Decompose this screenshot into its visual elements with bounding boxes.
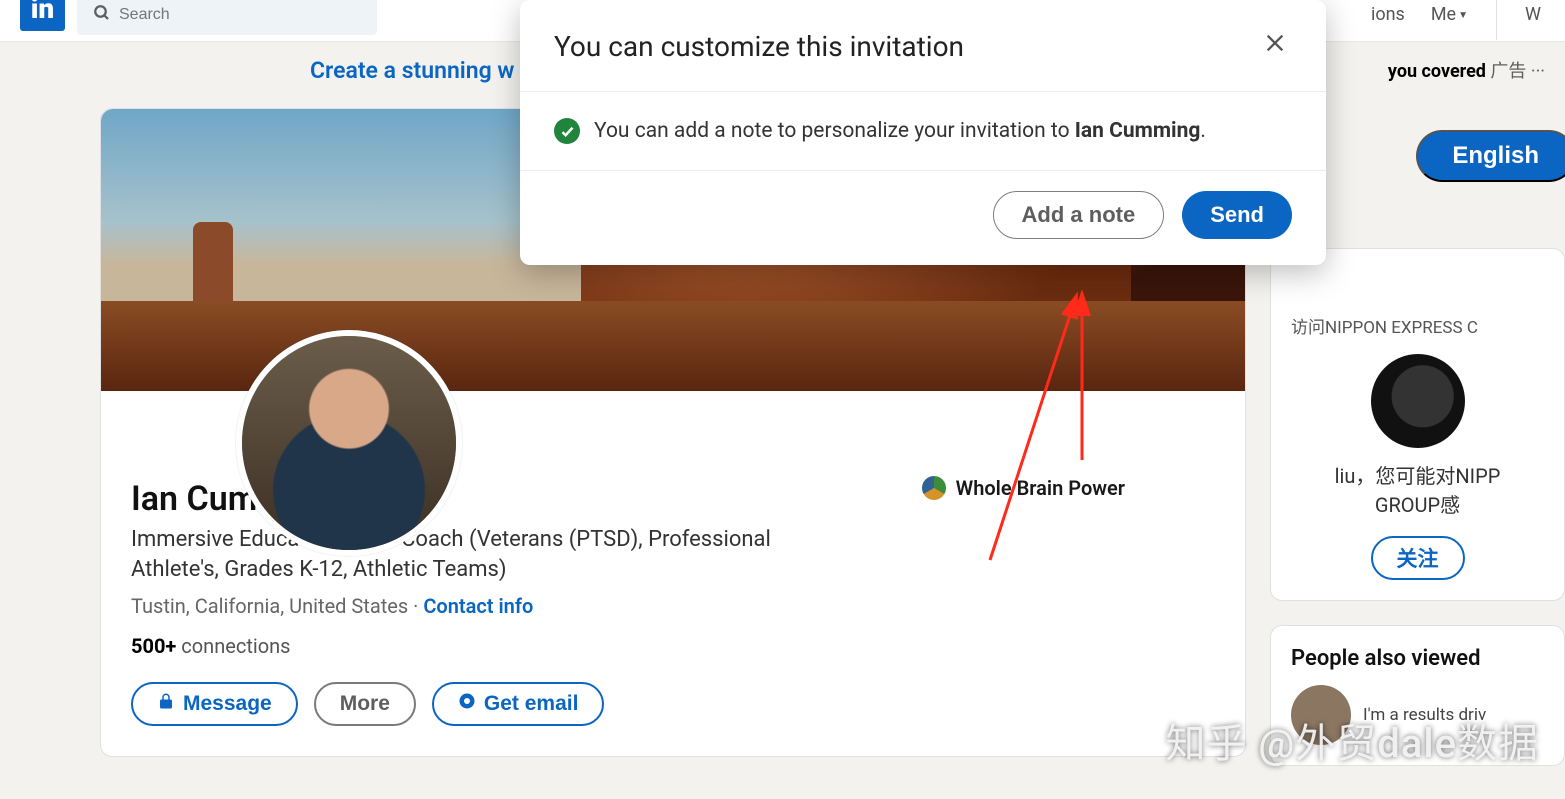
pav-title: People also viewed (1291, 646, 1544, 671)
nav-separator (1496, 0, 1497, 40)
invite-modal: You can customize this invitation You ca… (520, 0, 1326, 265)
profile-actions: Message More Get email (131, 682, 1215, 726)
modal-title: You can customize this invitation (554, 30, 964, 63)
promo-avatar (1371, 354, 1465, 448)
search-icon (93, 4, 111, 26)
modal-body: You can add a note to personalize your i… (520, 91, 1326, 171)
current-company[interactable]: Whole Brain Power (922, 476, 1125, 500)
message-button[interactable]: Message (131, 682, 298, 726)
modal-footer: Add a note Send (520, 171, 1326, 265)
promo-hint: 访问NIPPON EXPRESS C (1291, 313, 1544, 338)
get-email-button[interactable]: Get email (432, 682, 605, 726)
modal-message: You can add a note to personalize your i… (594, 116, 1206, 146)
language-button[interactable]: English (1416, 130, 1565, 182)
watermark: 知乎 @外贸dale数据 (1165, 711, 1539, 769)
promo-card: 访问NIPPON EXPRESS C liu，您可能对NIPPGROUP感 关注 (1270, 248, 1565, 601)
close-icon (1264, 33, 1286, 60)
send-button[interactable]: Send (1182, 191, 1292, 239)
profile-avatar[interactable] (236, 330, 462, 556)
ad-left-link[interactable]: Create a stunning w (310, 57, 514, 84)
nav-item-partial[interactable]: ions (1371, 4, 1405, 25)
location-line: Tustin, California, United States · Cont… (131, 594, 1215, 618)
linkedin-logo-icon[interactable]: in (20, 0, 65, 31)
add-note-button[interactable]: Add a note (993, 191, 1165, 239)
ad-right-text: you covered 广告 ··· (1388, 57, 1545, 83)
search-input[interactable] (77, 0, 377, 35)
close-button[interactable] (1258, 26, 1292, 67)
nav-me[interactable]: Me▼ (1431, 4, 1468, 25)
contact-info-link[interactable]: Contact info (423, 594, 533, 618)
promo-message: liu，您可能对NIPPGROUP感 (1291, 460, 1544, 518)
nav-right: ions Me▼ W (1371, 0, 1541, 40)
lock-icon (157, 692, 175, 716)
search-wrap (77, 0, 377, 35)
connections-line[interactable]: 500+ connections (131, 634, 1215, 658)
at-icon (458, 692, 476, 716)
follow-button[interactable]: 关注 (1371, 536, 1465, 580)
company-logo-icon (922, 476, 946, 500)
modal-header: You can customize this invitation (520, 0, 1326, 91)
more-button[interactable]: More (314, 682, 416, 726)
company-name: Whole Brain Power (956, 476, 1125, 500)
check-icon (554, 118, 580, 144)
nav-item-partial-2[interactable]: W (1525, 4, 1541, 25)
